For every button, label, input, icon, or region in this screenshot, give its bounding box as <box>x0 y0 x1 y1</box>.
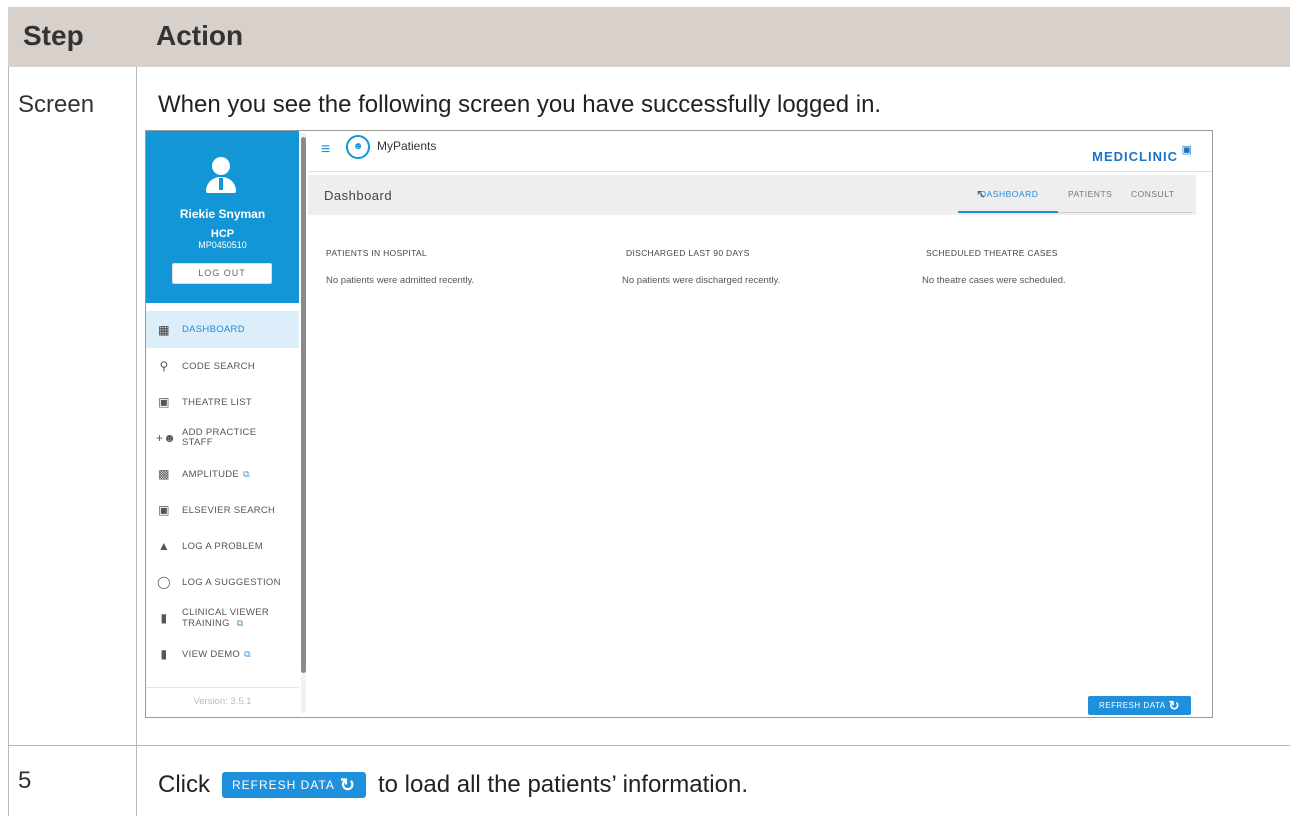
briefcase-icon: ▩ <box>158 467 170 481</box>
sidebar-item-clinical-viewer-training[interactable]: ▮ CLINICAL VIEWER TRAINING ⧉ <box>146 600 299 636</box>
click-word: Click <box>158 771 210 798</box>
lightbulb-icon: ◯ <box>157 575 171 589</box>
sidebar-scrollbar[interactable] <box>301 133 306 713</box>
video-icon: ▮ <box>160 647 168 661</box>
tab-underline <box>1058 212 1192 213</box>
page-title: Dashboard <box>324 188 393 203</box>
tab-consult[interactable]: CONSULT <box>1131 189 1175 199</box>
app-screenshot: Riekie Snyman HCP MP0450510 LOG OUT ▦ DA… <box>145 130 1213 718</box>
column-heading-patients-in-hospital: PATIENTS IN HOSPITAL <box>326 248 427 258</box>
column-value-patients-in-hospital: No patients were admitted recently. <box>326 275 475 286</box>
sidebar-item-add-practice-staff[interactable]: +☻ ADD PRACTICE STAFF <box>146 420 299 456</box>
sidebar-item-label: LOG A SUGGESTION <box>182 576 281 588</box>
refresh-icon: ↻ <box>1168 697 1180 713</box>
row1-text: When you see the following screen you ha… <box>158 91 882 118</box>
table-header: Step Action <box>8 7 1290 67</box>
sidebar-item-view-demo[interactable]: ▮ VIEW DEMO ⧉ <box>146 636 299 672</box>
sidebar-item-dashboard[interactable]: ▦ DASHBOARD <box>146 311 299 348</box>
external-link-icon: ⧉ <box>236 617 244 628</box>
sidebar-item-label: AMPLITUDE <box>182 468 240 480</box>
sidebar-item-amplitude[interactable]: ▩ AMPLITUDE ⧉ <box>146 456 299 492</box>
inline-refresh-button: REFRESH DATA ↻ <box>222 772 366 798</box>
sidebar-item-label: VIEW DEMO <box>182 648 241 660</box>
add-group-icon: +☻ <box>156 431 177 445</box>
column-heading-theatre-cases: SCHEDULED THEATRE CASES <box>926 248 1058 258</box>
column-value-theatre-cases: No theatre cases were scheduled. <box>922 275 1066 286</box>
column-value-discharged: No patients were discharged recently. <box>622 275 781 286</box>
sidebar-item-label: THEATRE LIST <box>182 396 252 408</box>
refresh-data-label: REFRESH DATA <box>1098 701 1166 710</box>
sidebar-item-elsevier-search[interactable]: ▣ ELSEVIER SEARCH <box>146 492 299 528</box>
calendar-icon: ▣ <box>158 395 170 409</box>
profile-panel: Riekie Snyman HCP MP0450510 LOG OUT <box>146 131 299 303</box>
app-name: MyPatients <box>377 139 437 153</box>
brand-mark-icon: ▣ <box>1181 144 1192 156</box>
mouse-cursor-icon: ↖ <box>976 187 987 201</box>
sidebar-item-label: ELSEVIER SEARCH <box>182 504 276 516</box>
row1-step: Screen <box>18 91 95 118</box>
refresh-data-button[interactable]: REFRESH DATA ↻ <box>1088 696 1191 715</box>
tab-patients[interactable]: PATIENTS <box>1068 189 1112 199</box>
sidebar-nav: ▦ DASHBOARD ⚲ CODE SEARCH ▣ THEATRE LIST… <box>146 311 299 672</box>
refresh-icon: ↻ <box>339 774 356 795</box>
version-label: Version: 3.5.1 <box>193 696 252 707</box>
row2-instruction: Click REFRESH DATA ↻ to load all the pat… <box>158 771 748 799</box>
table-border <box>8 67 9 816</box>
active-tab-indicator <box>958 211 1058 213</box>
user-avatar-icon <box>206 157 236 195</box>
logout-button[interactable]: LOG OUT <box>172 263 272 284</box>
column-divider <box>136 67 137 816</box>
warning-icon: ▲ <box>157 539 171 553</box>
search-icon: ⚲ <box>159 359 169 373</box>
sidebar-item-label: CLINICAL VIEWER TRAINING ⧉ <box>182 606 270 629</box>
header-action: Action <box>156 20 244 51</box>
profile-number: MP0450510 <box>198 240 247 250</box>
row2-step: 5 <box>18 767 32 794</box>
header-step: Step <box>23 20 84 51</box>
sidebar-item-theatre-list[interactable]: ▣ THEATRE LIST <box>146 384 299 420</box>
sidebar-item-label: LOG A PROBLEM <box>182 540 263 552</box>
profile-name: Riekie Snyman <box>179 207 266 221</box>
tab-dashboard[interactable]: DASHBOARD <box>980 189 1038 199</box>
external-link-icon: ⧉ <box>244 648 251 659</box>
divider <box>146 687 299 688</box>
row-divider <box>8 745 1290 746</box>
menu-icon[interactable]: ≡ <box>321 141 330 159</box>
sidebar-item-label: ADD PRACTICE STAFF <box>182 427 257 448</box>
sidebar-item-log-a-problem[interactable]: ▲ LOG A PROBLEM <box>146 528 299 564</box>
sidebar: Riekie Snyman HCP MP0450510 LOG OUT ▦ DA… <box>146 131 299 717</box>
sidebar-item-log-a-suggestion[interactable]: ◯ LOG A SUGGESTION <box>146 564 299 600</box>
dashboard-icon: ▦ <box>158 322 170 337</box>
inline-refresh-label: REFRESH DATA <box>232 778 335 792</box>
sidebar-item-code-search[interactable]: ⚲ CODE SEARCH <box>146 348 299 384</box>
brand-logo: MEDICLINIC <box>1092 149 1178 164</box>
external-link-icon: ⧉ <box>243 468 250 479</box>
profile-role: HCP <box>210 228 235 240</box>
top-bar: ≡ ☻ MyPatients MEDICLINIC ▣ <box>308 131 1212 172</box>
row2-rest: to load all the patients’ information. <box>378 771 748 798</box>
page-header: Dashboard DASHBOARD PATIENTS CONSULT <box>308 175 1196 215</box>
main-content: ≡ ☻ MyPatients MEDICLINIC ▣ Dashboard DA… <box>308 131 1212 717</box>
column-heading-discharged: DISCHARGED LAST 90 DAYS <box>626 248 750 258</box>
video-icon: ▮ <box>160 611 168 625</box>
sidebar-item-label: DASHBOARD <box>182 324 245 335</box>
app-logo-icon: ☻ <box>346 135 370 159</box>
sidebar-item-label: CODE SEARCH <box>182 360 255 372</box>
search-box-icon: ▣ <box>158 503 170 517</box>
